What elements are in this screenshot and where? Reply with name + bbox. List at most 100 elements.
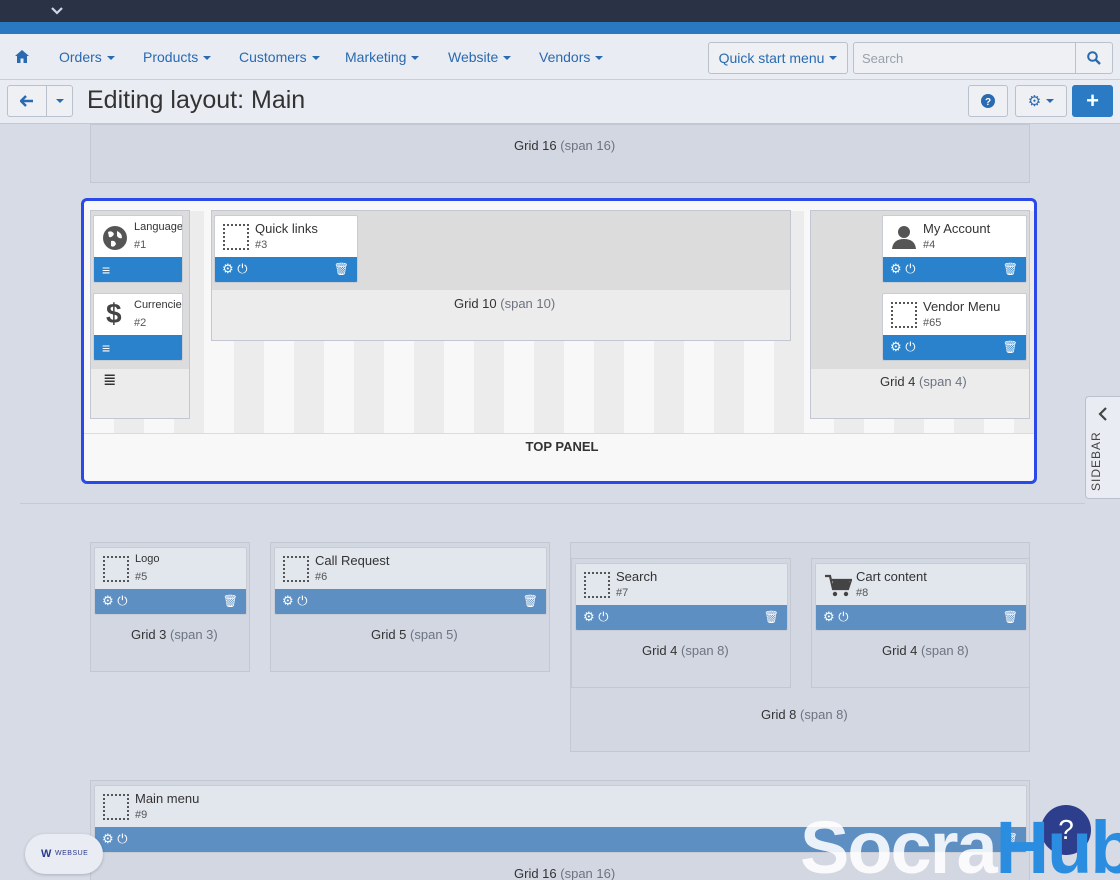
socrahub-watermark: SocraHub xyxy=(800,806,1120,880)
cart-icon xyxy=(825,574,852,597)
trash-icon[interactable]: 🗑 xyxy=(764,610,779,624)
block-quick-links[interactable]: Quick links #3 ⚙ ⏻ 🗑 xyxy=(214,215,358,283)
block-cart-content[interactable]: Cart content #8 ⚙ ⏻ 🗑 xyxy=(815,563,1027,631)
websue-badge[interactable]: W WEBSUE xyxy=(25,834,103,874)
trash-icon[interactable]: 🗑 xyxy=(1003,340,1018,354)
gear-power-icon[interactable]: ⚙ ⏻ xyxy=(890,340,916,354)
nav-orders-label: Orders xyxy=(59,49,102,65)
sidebar-toggle[interactable]: SIDEBAR xyxy=(1085,396,1120,499)
grid-left-column[interactable]: Languages #1 ≡ $ Currencies #2 ≡ ≣ xyxy=(90,210,190,419)
add-button[interactable]: + xyxy=(1072,85,1113,117)
dollar-icon: $ xyxy=(106,298,122,329)
search-icon xyxy=(1087,51,1101,65)
plus-icon: + xyxy=(1086,88,1099,113)
block-logo-name: Logo xyxy=(135,553,160,565)
grid-3[interactable]: Logo #5 ⚙ ⏻ 🗑 Grid 3 (span 3) xyxy=(90,542,250,672)
block-my-account[interactable]: My Account #4 ⚙ ⏻ 🗑 xyxy=(882,215,1027,283)
svg-text:?: ? xyxy=(985,97,991,108)
block-quick-links-toolbar: ⚙ ⏻ 🗑 xyxy=(215,257,357,282)
chevron-down-icon[interactable] xyxy=(50,4,64,22)
block-main-menu-id: #9 xyxy=(135,809,148,821)
block-search-id: #7 xyxy=(616,587,629,599)
block-languages[interactable]: Languages #1 ≡ xyxy=(93,215,183,283)
block-my-account-id: #4 xyxy=(923,239,936,251)
search-input[interactable] xyxy=(853,42,1076,74)
grid-16-top[interactable]: Grid 16 (span 16) xyxy=(90,124,1030,183)
nav-customers-label: Customers xyxy=(239,49,307,65)
nav-website[interactable]: Website xyxy=(448,49,512,65)
nav-website-label: Website xyxy=(448,49,499,65)
trash-icon[interactable]: 🗑 xyxy=(1003,610,1018,624)
block-my-account-toolbar: ⚙ ⏻ 🗑 xyxy=(883,257,1026,282)
back-dropdown-button[interactable] xyxy=(46,85,73,117)
question-circle-icon: ? xyxy=(981,94,995,108)
block-cart-content-toolbar: ⚙ ⏻ 🗑 xyxy=(816,605,1026,630)
block-vendor-menu-toolbar: ⚙ ⏻ 🗑 xyxy=(883,335,1026,360)
back-button[interactable] xyxy=(7,85,47,117)
block-main-menu-name: Main menu xyxy=(135,791,200,806)
grid-4-right[interactable]: My Account #4 ⚙ ⏻ 🗑 Vendor Menu #65 ⚙ ⏻ 🗑 … xyxy=(810,210,1030,419)
home-icon[interactable] xyxy=(15,50,29,68)
nav-vendors[interactable]: Vendors xyxy=(539,49,604,65)
nav-marketing-label: Marketing xyxy=(345,49,407,65)
grid-4-search[interactable]: Search #7 ⚙ ⏻ 🗑 Grid 4 (span 8) xyxy=(571,558,791,688)
top-bar xyxy=(0,0,1120,22)
block-quick-links-id: #3 xyxy=(255,239,268,251)
help-button[interactable]: ? xyxy=(968,85,1008,117)
menu-lines-icon[interactable]: ≡ xyxy=(102,340,110,356)
nav-products[interactable]: Products xyxy=(143,49,212,65)
nav-vendors-label: Vendors xyxy=(539,49,591,65)
trash-icon[interactable]: 🗑 xyxy=(1003,262,1018,276)
nav-orders[interactable]: Orders xyxy=(59,49,115,65)
gear-power-icon[interactable]: ⚙ ⏻ xyxy=(890,262,916,276)
grid-4-cart-label: Grid 4 (span 8) xyxy=(882,643,969,658)
block-call-request-toolbar: ⚙ ⏻ 🗑 xyxy=(275,589,546,614)
block-call-request[interactable]: Call Request #6 ⚙ ⏻ 🗑 xyxy=(274,547,547,615)
block-currencies[interactable]: $ Currencies #2 ≡ xyxy=(93,293,183,361)
gear-power-icon[interactable]: ⚙ ⏻ xyxy=(282,594,308,608)
block-logo[interactable]: Logo #5 ⚙ ⏻ 🗑 xyxy=(94,547,247,615)
block-my-account-name: My Account xyxy=(923,221,991,236)
section-divider xyxy=(20,503,1085,504)
quick-start-menu-button[interactable]: Quick start menu xyxy=(708,42,848,74)
block-vendor-menu-id: #65 xyxy=(923,317,942,329)
top-panel-label: TOP PANEL xyxy=(525,439,599,454)
block-languages-toolbar: ≡ xyxy=(94,257,182,282)
block-vendor-menu[interactable]: Vendor Menu #65 ⚙ ⏻ 🗑 xyxy=(882,293,1027,361)
grid-10[interactable]: Quick links #3 ⚙ ⏻ 🗑 Grid 10 (span 10) xyxy=(211,210,791,341)
block-languages-name: Languages xyxy=(134,221,183,233)
grid-menu-icon[interactable]: ≣ xyxy=(103,370,116,390)
block-languages-id: #1 xyxy=(134,239,147,251)
settings-dropdown-button[interactable]: ⚙ xyxy=(1015,85,1067,117)
menu-lines-icon[interactable]: ≡ xyxy=(102,262,110,278)
placeholder-icon xyxy=(103,556,129,582)
page-title: Editing layout: Main xyxy=(87,86,306,114)
nav-marketing[interactable]: Marketing xyxy=(345,49,420,65)
gear-power-icon[interactable]: ⚙ ⏻ xyxy=(102,594,128,608)
block-call-request-id: #6 xyxy=(315,571,328,583)
grid-8[interactable]: Search #7 ⚙ ⏻ 🗑 Grid 4 (span 8) Cart cont… xyxy=(570,542,1030,752)
grid-4-right-label: Grid 4 (span 4) xyxy=(880,374,967,389)
gear-power-icon[interactable]: ⚙ ⏻ xyxy=(222,262,248,276)
gear-power-icon[interactable]: ⚙ ⏻ xyxy=(102,832,128,846)
trash-icon[interactable]: 🗑 xyxy=(334,262,349,276)
placeholder-icon xyxy=(584,572,610,598)
grid-8-label: Grid 8 (span 8) xyxy=(761,707,848,722)
gear-power-icon[interactable]: ⚙ ⏻ xyxy=(583,610,609,624)
sidebar-label: SIDEBAR xyxy=(1089,431,1103,491)
block-search-name: Search xyxy=(616,569,658,584)
search-button[interactable] xyxy=(1075,42,1113,74)
trash-icon[interactable]: 🗑 xyxy=(223,594,238,608)
grid-16-top-label: Grid 16 (span 16) xyxy=(514,138,616,153)
grid-5[interactable]: Call Request #6 ⚙ ⏻ 🗑 Grid 5 (span 5) xyxy=(270,542,550,672)
block-logo-toolbar: ⚙ ⏻ 🗑 xyxy=(95,589,246,614)
block-search[interactable]: Search #7 ⚙ ⏻ 🗑 xyxy=(575,563,788,631)
trash-icon[interactable]: 🗑 xyxy=(523,594,538,608)
top-panel-container[interactable]: Languages #1 ≡ $ Currencies #2 ≡ ≣ Quick… xyxy=(81,198,1037,484)
grid-16-bottom-label: Grid 16 (span 16) xyxy=(514,866,616,880)
gear-power-icon[interactable]: ⚙ ⏻ xyxy=(823,610,849,624)
nav-customers[interactable]: Customers xyxy=(239,49,320,65)
grid-4-cart[interactable]: Cart content #8 ⚙ ⏻ 🗑 Grid 4 (span 8) xyxy=(811,558,1030,688)
caret-down-icon xyxy=(55,99,64,103)
gear-icon: ⚙ xyxy=(1027,93,1042,110)
